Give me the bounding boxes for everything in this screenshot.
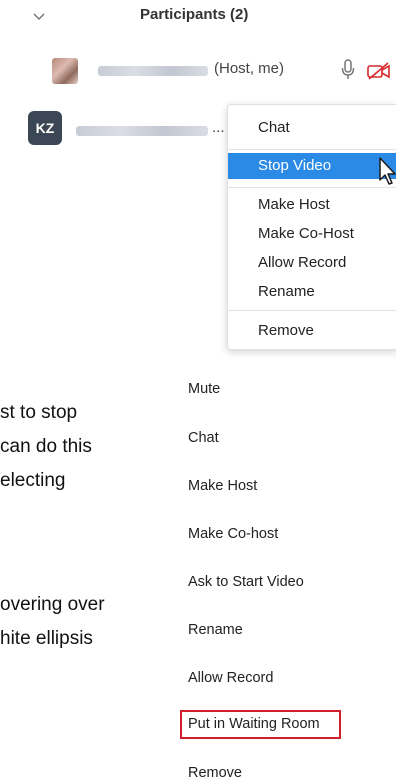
body-text-line: overing over: [0, 594, 105, 615]
mobile-menu-item-mute[interactable]: Mute: [188, 381, 220, 397]
menu-item-chat[interactable]: Chat: [228, 115, 396, 141]
menu-item-make-host[interactable]: Make Host: [228, 192, 396, 218]
mobile-menu-item-allow-record[interactable]: Allow Record: [188, 670, 273, 686]
participant-row-kz[interactable]: KZ ...: [0, 104, 228, 152]
mobile-menu-item-remove[interactable]: Remove: [188, 765, 242, 781]
mobile-menu-item-rename[interactable]: Rename: [188, 622, 243, 638]
mobile-menu-item-waiting-room[interactable]: Put in Waiting Room: [188, 716, 320, 732]
menu-divider: [228, 310, 396, 311]
menu-item-allow-record[interactable]: Allow Record: [228, 250, 396, 276]
body-text-line: hite ellipsis: [0, 628, 93, 649]
menu-item-rename[interactable]: Rename: [228, 279, 396, 305]
menu-item-remove[interactable]: Remove: [228, 318, 396, 344]
video-off-icon[interactable]: [366, 62, 392, 80]
participant-context-menu: Chat Stop Video Make Host Make Co-Host A…: [227, 104, 396, 350]
avatar: [52, 58, 78, 84]
participant-row-host[interactable]: (Host, me): [0, 50, 396, 90]
menu-divider: [228, 187, 396, 188]
name-truncation: ...: [212, 119, 225, 136]
menu-item-make-co-host[interactable]: Make Co-Host: [228, 221, 396, 247]
blurred-name: [76, 126, 208, 136]
body-text-line: electing: [0, 470, 66, 491]
menu-divider: [228, 149, 396, 150]
mouse-cursor-icon: [378, 156, 396, 186]
menu-item-stop-video[interactable]: Stop Video: [228, 153, 396, 179]
host-tag: (Host, me): [214, 60, 285, 77]
body-text-line: st to stop: [0, 402, 78, 423]
mobile-menu-item-make-host[interactable]: Make Host: [188, 478, 257, 494]
panel-title: Participants (2): [140, 6, 249, 23]
avatar: KZ: [28, 111, 62, 145]
mobile-menu-item-ask-start-video[interactable]: Ask to Start Video: [188, 574, 304, 590]
microphone-icon[interactable]: [341, 59, 355, 81]
mobile-menu-item-make-co-host[interactable]: Make Co-host: [188, 526, 278, 542]
blurred-name: [98, 66, 208, 76]
body-text-line: can do this: [0, 436, 92, 457]
mobile-menu-item-chat[interactable]: Chat: [188, 430, 219, 446]
chevron-down-icon[interactable]: [30, 10, 48, 24]
